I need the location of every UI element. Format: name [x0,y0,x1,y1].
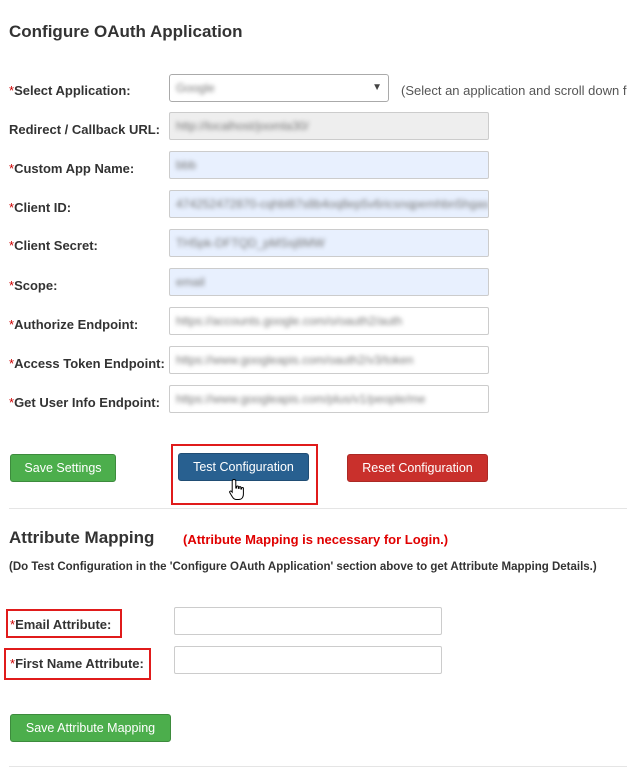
client-id-input[interactable]: 474252472870-cqhbl87s8b4oq8ep5v6ricsnqpe… [169,190,489,218]
select-application-value: Google [176,81,215,95]
select-application-label: *Select Application: [9,83,131,98]
authorize-endpoint-label: *Authorize Endpoint: [9,317,139,332]
email-attribute-input[interactable] [174,607,442,635]
first-name-attribute-input[interactable] [174,646,442,674]
access-token-endpoint-input[interactable]: https://www.googleapis.com/oauth2/v3/tok… [169,346,489,374]
email-attribute-label: *Email Attribute: [10,617,112,632]
reset-configuration-button[interactable]: Reset Configuration [347,454,488,482]
caret-down-icon: ▼ [372,82,382,93]
access-token-endpoint-label: *Access Token Endpoint: [9,356,165,371]
configure-section-title: Configure OAuth Application [9,22,243,41]
client-id-label: *Client ID: [9,200,72,215]
section-divider [9,508,627,509]
client-secret-input[interactable]: TH5pk-DFTQD_pMSsj8MW [169,229,489,257]
save-settings-button[interactable]: Save Settings [10,454,116,482]
user-info-endpoint-input[interactable]: https://www.googleapis.com/plus/v1/peopl… [169,385,489,413]
first-name-attribute-label: *First Name Attribute: [10,656,144,671]
save-attribute-mapping-button[interactable]: Save Attribute Mapping [10,714,171,742]
custom-app-name-input[interactable]: bbb [169,151,489,179]
attribute-mapping-title: Attribute Mapping [9,528,155,547]
bottom-divider [9,766,627,767]
authorize-endpoint-input[interactable]: https://accounts.google.com/o/oauth2/aut… [169,307,489,335]
test-configuration-button[interactable]: Test Configuration [178,453,309,481]
client-secret-label: *Client Secret: [9,238,98,253]
scope-input[interactable]: email [169,268,489,296]
attribute-mapping-note: (Do Test Configuration in the 'Configure… [9,561,597,573]
redirect-url-field[interactable]: http://localhost/joomla30/ [169,112,489,140]
select-application-hint: (Select an application and scroll down f [401,83,627,98]
scope-label: *Scope: [9,278,58,293]
user-info-endpoint-label: *Get User Info Endpoint: [9,395,160,410]
custom-app-name-label: *Custom App Name: [9,161,135,176]
select-application-dropdown[interactable]: Google ▼ [169,74,389,102]
attribute-mapping-warning: (Attribute Mapping is necessary for Logi… [183,532,449,547]
hand-pointer-icon [229,478,244,500]
redirect-url-label: Redirect / Callback URL: [9,122,160,137]
